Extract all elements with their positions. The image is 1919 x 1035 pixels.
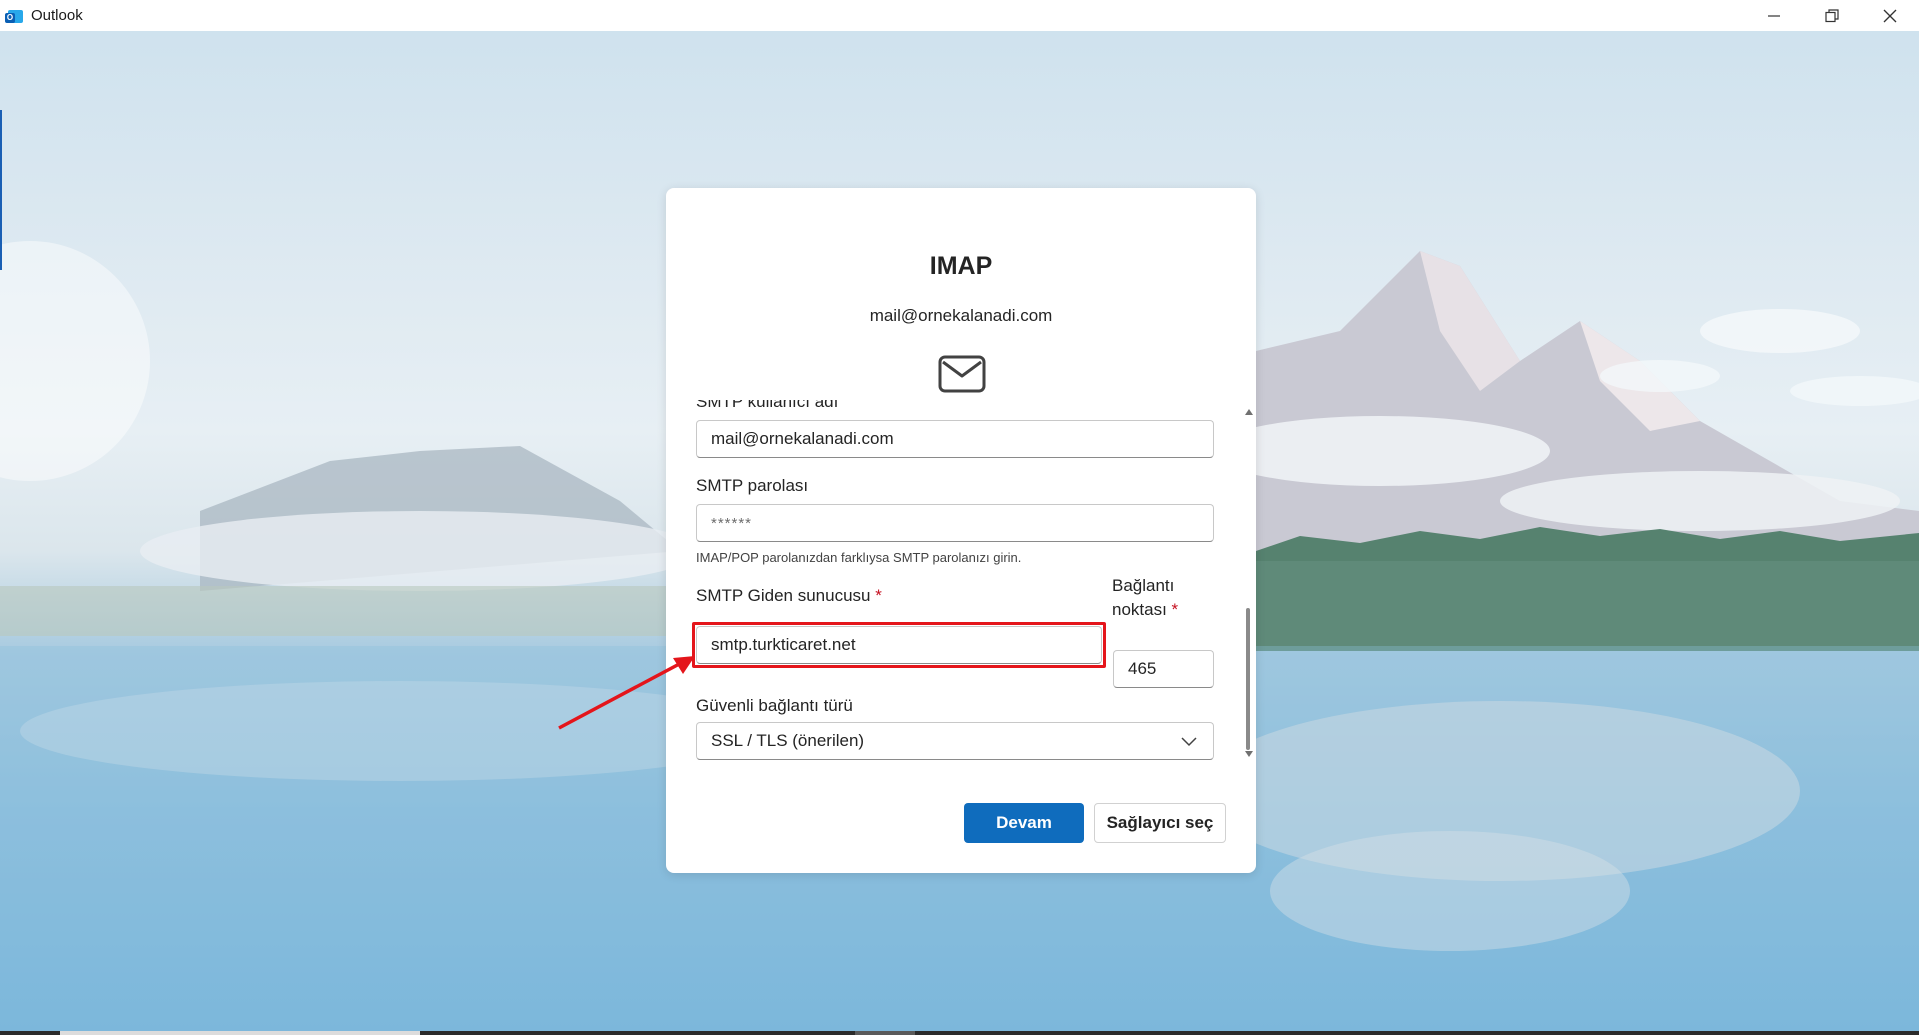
- outlook-app-icon: O: [5, 7, 23, 25]
- security-type-value: SSL / TLS (önerilen): [711, 731, 865, 750]
- continue-button[interactable]: Devam: [964, 803, 1084, 843]
- scroll-up-arrow-icon[interactable]: [1244, 408, 1254, 416]
- smtp-password-input[interactable]: ******: [696, 504, 1214, 542]
- minimize-button[interactable]: [1745, 0, 1803, 31]
- window-controls: [1745, 0, 1919, 31]
- minimize-icon: [1768, 14, 1780, 17]
- scroll-down-arrow-icon[interactable]: [1244, 750, 1254, 758]
- smtp-password-label: SMTP parolası: [696, 476, 809, 495]
- choose-provider-button[interactable]: Sağlayıcı seç: [1094, 803, 1226, 843]
- smtp-password-value: ******: [711, 514, 753, 532]
- port-label: Bağlantı noktası *: [1112, 574, 1178, 622]
- window-title: Outlook: [31, 7, 83, 24]
- port-label-line1: Bağlantı: [1112, 576, 1175, 595]
- security-type-label: Güvenli bağlantı türü: [696, 696, 853, 715]
- envelope-icon: [938, 355, 986, 393]
- title-bar: O Outlook: [0, 0, 1919, 32]
- highlight-box: [692, 622, 1106, 668]
- security-type-select[interactable]: SSL / TLS (önerilen): [696, 722, 1214, 760]
- account-email: mail@ornekalanadi.com: [869, 306, 1053, 325]
- left-edge-accent: [0, 110, 2, 270]
- smtp-username-value: mail@ornekalanadi.com: [711, 429, 894, 448]
- port-input[interactable]: 465: [1113, 650, 1214, 688]
- dialog-title: IMAP: [929, 252, 993, 280]
- imap-settings-dialog: IMAP mail@ornekalanadi.com SMTP kullanıc…: [666, 188, 1256, 873]
- settings-scroll-area[interactable]: SMTP kullanıcı adı mail@ornekalanadi.com…: [666, 400, 1256, 760]
- smtp-server-label-text: SMTP Giden sunucusu: [696, 586, 871, 605]
- smtp-password-helper: IMAP/POP parolanızdan farklıysa SMTP par…: [696, 550, 1022, 565]
- chevron-down-icon: [1181, 737, 1197, 747]
- smtp-username-label: SMTP kullanıcı adı: [696, 400, 839, 411]
- port-label-line2: noktası: [1112, 600, 1167, 619]
- taskbar-strip: [0, 1031, 1919, 1035]
- close-button[interactable]: [1861, 0, 1919, 31]
- required-mark: *: [1171, 600, 1179, 619]
- close-icon: [1883, 9, 1897, 22]
- annotation-arrow-icon: [558, 656, 695, 730]
- scrollbar-thumb[interactable]: [1246, 608, 1250, 750]
- smtp-server-label: SMTP Giden sunucusu *: [696, 586, 882, 606]
- restore-button[interactable]: [1803, 0, 1861, 31]
- required-mark: *: [875, 586, 882, 605]
- smtp-username-input[interactable]: mail@ornekalanadi.com: [696, 420, 1214, 458]
- restore-icon: [1825, 8, 1839, 22]
- port-value: 465: [1128, 659, 1157, 678]
